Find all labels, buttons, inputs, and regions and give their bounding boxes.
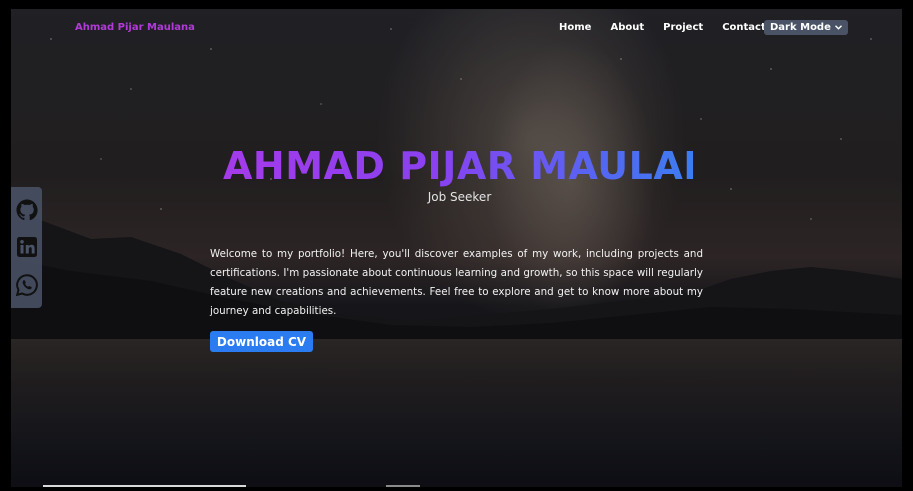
- download-cv-button[interactable]: Download CV: [210, 331, 313, 352]
- brand-logo-text[interactable]: Ahmad Pijar Maulana: [75, 22, 195, 33]
- theme-select[interactable]: Dark Mode: [764, 20, 848, 35]
- hero-title: AHMAD PIJAR MAULANA: [223, 144, 746, 188]
- nav-link-contact[interactable]: Contact: [722, 22, 766, 33]
- browser-frame: Ahmad Pijar Maulana Home About Project C…: [0, 0, 913, 491]
- hero-subtitle: Job Seeker: [427, 190, 492, 204]
- github-icon[interactable]: [15, 198, 39, 222]
- hero-description: Welcome to my portfolio! Here, you'll di…: [210, 248, 703, 317]
- nav-link-about[interactable]: About: [610, 22, 644, 33]
- nav-link-project[interactable]: Project: [663, 22, 703, 33]
- nav-link-home[interactable]: Home: [559, 22, 591, 33]
- hero-subtitle-wrap: Job Seeker: [11, 190, 902, 204]
- navbar: Ahmad Pijar Maulana Home About Project C…: [11, 9, 902, 47]
- hero-section: Ahmad Pijar Maulana Home About Project C…: [11, 9, 902, 487]
- theme-select-value: Dark Mode: [770, 22, 831, 33]
- whatsapp-icon[interactable]: [15, 273, 39, 297]
- nav-links: Home About Project Contact: [559, 22, 785, 33]
- chevron-down-icon: [834, 24, 842, 32]
- scroll-indicator-primary: [43, 485, 246, 487]
- social-sidebar: [11, 187, 42, 308]
- scroll-indicator-secondary: [386, 485, 420, 487]
- linkedin-icon[interactable]: [15, 235, 39, 259]
